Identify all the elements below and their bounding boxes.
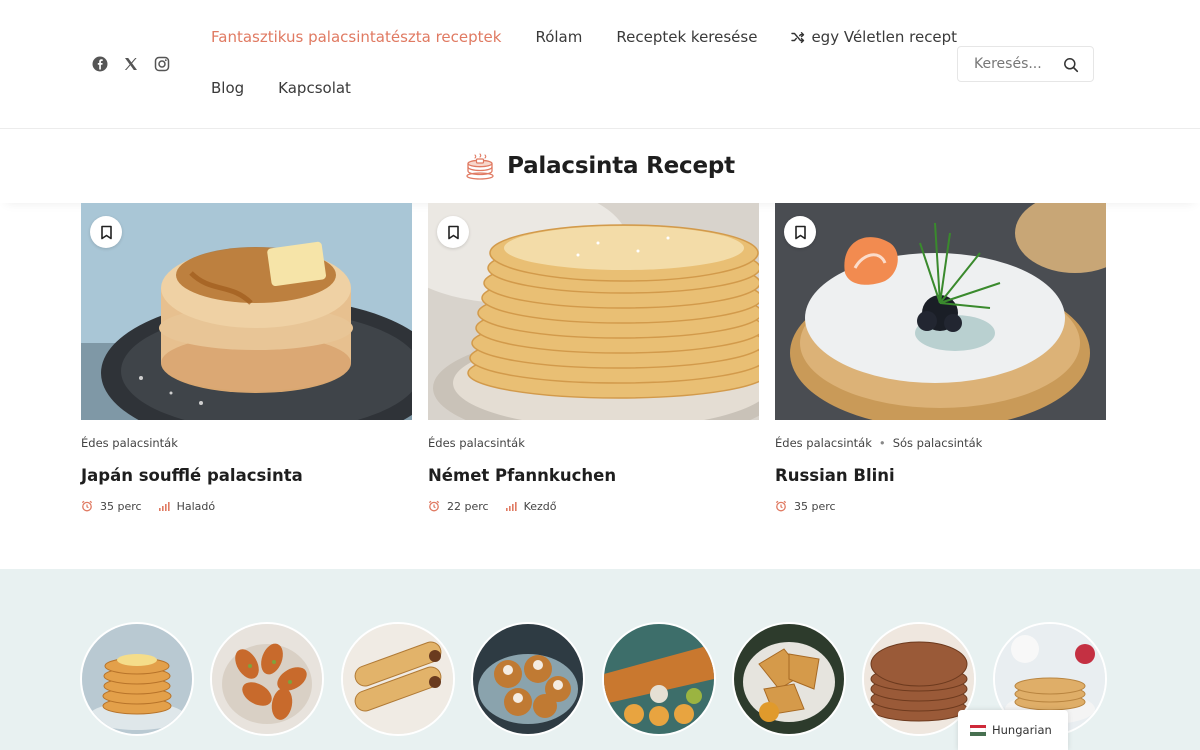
category-circle-american-pancakes[interactable] [80, 622, 194, 736]
category-link[interactable]: Édes palacsinták [81, 436, 178, 450]
section-header: Palacsinta Recept [0, 129, 1200, 203]
recipe-time: 35 perc [794, 499, 836, 513]
recipe-categories: Édes palacsinták [428, 435, 759, 451]
bookmark-icon [794, 225, 806, 239]
search-input[interactable] [974, 56, 1062, 72]
recipe-difficulty: Kezdő [523, 499, 557, 513]
nav-item-blog[interactable]: Blog [211, 79, 244, 97]
recipe-image[interactable] [428, 203, 759, 420]
bookmark-button[interactable] [437, 216, 469, 248]
category-circle-pastry[interactable] [210, 622, 324, 736]
pancake-stack-icon [466, 153, 494, 180]
page-title: Palacsinta Recept [507, 153, 735, 179]
category-link[interactable]: Sós palacsinták [893, 436, 983, 450]
recipe-image[interactable] [81, 203, 412, 420]
language-label: Hungarian [992, 723, 1052, 737]
recipe-card[interactable]: Édes palacsinták Japán soufflé palacsint… [81, 203, 412, 514]
x-twitter-icon[interactable] [123, 56, 139, 72]
pfannkuchen-photo [428, 203, 759, 420]
category-separator: • [878, 436, 886, 450]
difficulty-bars-icon [505, 502, 517, 511]
recipe-time: 22 perc [447, 499, 489, 513]
search-icon[interactable] [1063, 57, 1079, 73]
recipe-difficulty: Haladó [176, 499, 216, 513]
nav-item-recipe-search[interactable]: Receptek keresése [616, 28, 757, 46]
alarm-clock-icon [81, 500, 93, 512]
bookmark-button[interactable] [90, 216, 122, 248]
main-nav-row-1: Fantasztikus palacsintatészta receptek R… [211, 28, 991, 46]
recipe-card[interactable]: Édes palacsinták • Sós palacsinták Russi… [775, 203, 1106, 514]
category-link[interactable]: Édes palacsinták [775, 436, 872, 450]
category-circle-dosa[interactable] [602, 622, 716, 736]
nav-item-pancake-recipes[interactable]: Fantasztikus palacsintatészta receptek [211, 28, 501, 46]
nav-item-random-recipe-label: egy Véletlen recept [811, 28, 958, 46]
recipe-title[interactable]: Német Pfannkuchen [428, 466, 759, 488]
recipe-card[interactable]: Édes palacsinták Német Pfannkuchen 22 pe… [428, 203, 759, 514]
alarm-clock-icon [428, 500, 440, 512]
recipe-categories: Édes palacsinták [81, 435, 412, 451]
alarm-clock-icon [775, 500, 787, 512]
recipe-meta: 22 perc Kezdő [428, 498, 759, 514]
facebook-icon[interactable] [92, 56, 108, 72]
category-link[interactable]: Édes palacsinták [428, 436, 525, 450]
search-box [957, 46, 1094, 82]
difficulty-bars-icon [158, 502, 170, 511]
recipe-meta: 35 perc Haladó [81, 498, 412, 514]
nav-item-about[interactable]: Rólam [535, 28, 582, 46]
category-circle-flatbread[interactable] [732, 622, 846, 736]
recipe-image[interactable] [775, 203, 1106, 420]
recipe-title[interactable]: Japán soufflé palacsinta [81, 466, 412, 488]
category-circle-crepe-rolls[interactable] [341, 622, 455, 736]
language-switcher[interactable]: Hungarian [958, 710, 1068, 750]
bookmark-button[interactable] [784, 216, 816, 248]
hungarian-flag-icon [970, 724, 986, 736]
recipe-time: 35 perc [100, 499, 142, 513]
souffle-pancake-photo [81, 203, 412, 420]
site-header: Fantasztikus palacsintatészta receptek R… [0, 0, 1200, 129]
recipe-meta: 35 perc [775, 498, 1106, 514]
recipe-title[interactable]: Russian Blini [775, 466, 1106, 488]
instagram-icon[interactable] [154, 56, 170, 72]
main-nav-row-2: Blog Kapcsolat [211, 79, 385, 97]
nav-item-contact[interactable]: Kapcsolat [278, 79, 351, 97]
recipe-categories: Édes palacsinták • Sós palacsinták [775, 435, 1106, 451]
category-circle-poffertjes[interactable] [471, 622, 585, 736]
social-links [92, 56, 170, 72]
shuffle-icon [791, 32, 805, 44]
nav-item-random-recipe[interactable]: egy Véletlen recept [791, 28, 957, 46]
russian-blini-photo [775, 203, 1106, 420]
bookmark-icon [100, 225, 112, 239]
bookmark-icon [447, 225, 459, 239]
